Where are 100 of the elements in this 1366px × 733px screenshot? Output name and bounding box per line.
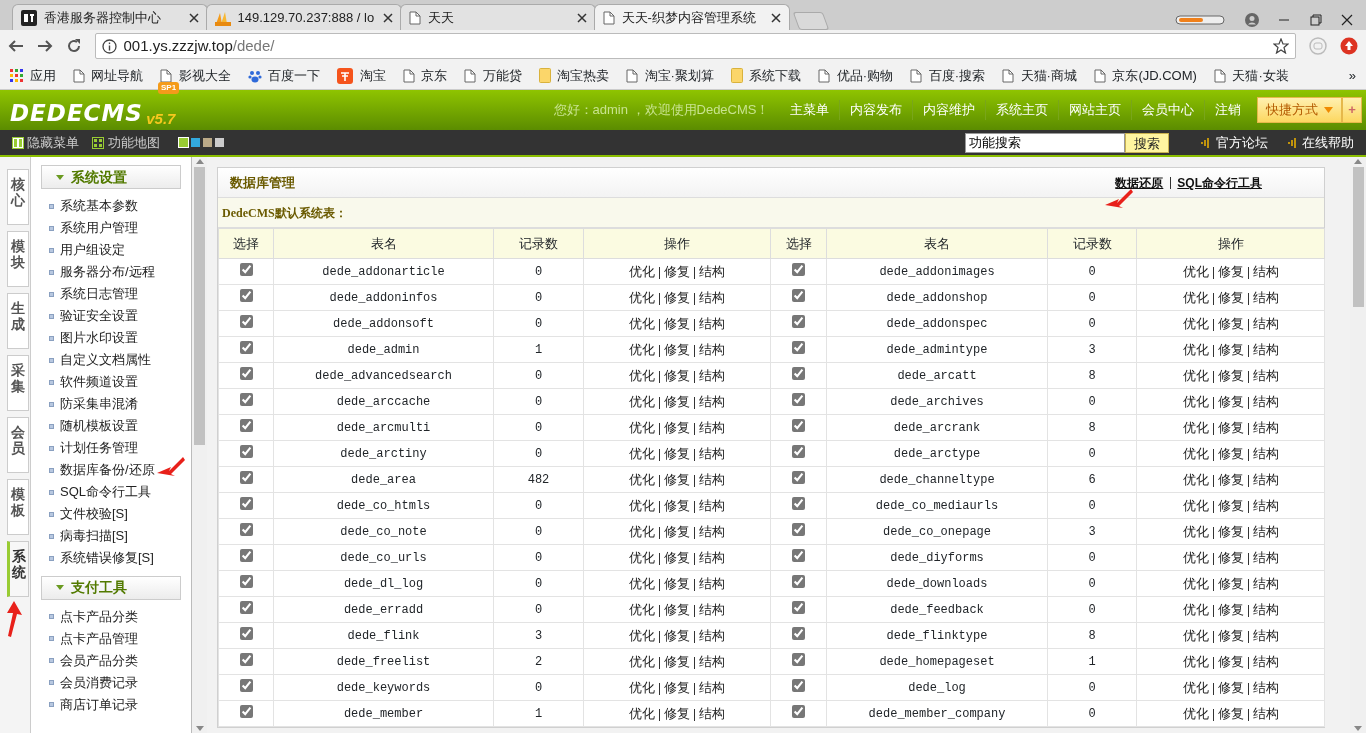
action-link[interactable]: 结构	[1248, 653, 1283, 669]
bookmark[interactable]: 淘宝·聚划算	[626, 65, 714, 86]
action-link[interactable]: 修复	[660, 289, 694, 305]
scrollbar[interactable]	[1350, 157, 1366, 733]
side-tab[interactable]: 会员	[7, 417, 29, 473]
action-link[interactable]: 结构	[695, 575, 729, 591]
action-link[interactable]: 修复	[1213, 393, 1248, 409]
action-link[interactable]: 优化	[1178, 549, 1213, 565]
action-link[interactable]: 优化	[625, 705, 659, 721]
menu-item[interactable]: 验证安全设置	[41, 305, 138, 327]
action-link[interactable]: 结构	[695, 497, 729, 513]
checkbox[interactable]	[239, 626, 253, 640]
action-link[interactable]: 结构	[1248, 393, 1283, 409]
menu-item[interactable]: 点卡产品分类	[41, 605, 138, 628]
menu-item[interactable]: 系统用户管理	[41, 217, 138, 239]
action-link[interactable]: 优化	[1178, 705, 1213, 721]
bookmark[interactable]: 网址导航	[72, 65, 143, 86]
menu-item[interactable]: SQL命令行工具	[41, 481, 151, 503]
action-link[interactable]: 优化	[1178, 679, 1213, 695]
checkbox[interactable]	[239, 704, 253, 718]
checkbox[interactable]	[239, 366, 253, 380]
star-icon[interactable]	[1273, 38, 1289, 54]
bookmark[interactable]: 优品·购物	[818, 65, 894, 86]
checkbox[interactable]	[792, 626, 805, 640]
action-link[interactable]: 修复	[660, 679, 694, 695]
checkbox[interactable]	[239, 496, 253, 510]
action-link[interactable]: 优化	[625, 289, 659, 305]
checkbox[interactable]	[239, 470, 253, 484]
bookmark[interactable]: 京东(JD.COM)	[1093, 65, 1197, 86]
action-link[interactable]: 结构	[695, 601, 729, 617]
action-link[interactable]: 结构	[695, 627, 729, 643]
checkbox[interactable]	[792, 288, 805, 302]
action-link[interactable]: 优化	[1178, 653, 1213, 669]
action-link[interactable]: 修复	[1213, 575, 1248, 591]
action-link[interactable]: 结构	[1248, 471, 1283, 487]
action-link[interactable]: 优化	[625, 549, 659, 565]
action-link[interactable]: 优化	[1178, 575, 1213, 591]
checkbox[interactable]	[792, 652, 805, 666]
action-link[interactable]: 结构	[1248, 263, 1283, 279]
action-link[interactable]: 优化	[625, 367, 659, 383]
action-link[interactable]: 优化	[625, 627, 659, 643]
menu-item[interactable]: 图片水印设置	[41, 327, 138, 349]
action-link[interactable]: 结构	[695, 419, 729, 435]
menu-item[interactable]: 病毒扫描[S]	[41, 525, 128, 547]
more-bookmarks-button[interactable]: »	[1348, 65, 1356, 86]
menu-item[interactable]: 软件频道设置	[41, 371, 138, 393]
action-link[interactable]: 结构	[1248, 549, 1283, 565]
account-icon[interactable]	[1244, 12, 1259, 27]
search-button[interactable]: 搜索	[1125, 132, 1169, 153]
action-link[interactable]: 修复	[660, 575, 694, 591]
action-link[interactable]: 修复	[660, 419, 694, 435]
maximize-icon[interactable]	[1309, 13, 1322, 26]
side-tab[interactable]: 模板	[7, 479, 29, 535]
menu-item[interactable]: 文件校验[S]	[41, 503, 128, 525]
action-link[interactable]: 修复	[660, 341, 694, 357]
action-link[interactable]: 修复	[1213, 627, 1248, 643]
action-link[interactable]: 修复	[1213, 653, 1248, 669]
action-link[interactable]: 修复	[1213, 549, 1248, 565]
close-icon[interactable]	[1341, 13, 1353, 26]
menu-item[interactable]: 计划任务管理	[41, 437, 138, 459]
action-link[interactable]: 结构	[695, 393, 729, 409]
checkbox[interactable]	[792, 444, 805, 458]
scroll-thumb[interactable]	[1352, 167, 1364, 308]
close-icon[interactable]	[189, 12, 199, 23]
shortcut-button[interactable]: 快捷方式	[1256, 97, 1342, 123]
action-link[interactable]: 修复	[660, 549, 694, 565]
menu-item[interactable]: 自定义文档属性	[41, 349, 151, 371]
menu-item[interactable]: 用户组设定	[41, 239, 125, 261]
action-link[interactable]: 修复	[1213, 341, 1248, 357]
action-link[interactable]: 优化	[625, 263, 659, 279]
action-link[interactable]: 结构	[695, 367, 729, 383]
action-link[interactable]: 结构	[1248, 523, 1283, 539]
action-link[interactable]: 修复	[660, 445, 694, 461]
action-link[interactable]: 结构	[1248, 705, 1283, 721]
action-link[interactable]: 修复	[660, 393, 694, 409]
action-link[interactable]: 结构	[1248, 575, 1283, 591]
checkbox[interactable]	[792, 340, 805, 354]
scroll-thumb[interactable]	[194, 167, 205, 445]
action-link[interactable]: 优化	[625, 315, 659, 331]
action-link[interactable]: 结构	[1248, 679, 1283, 695]
checkbox[interactable]	[792, 574, 805, 588]
checkbox[interactable]	[792, 366, 805, 380]
bookmark[interactable]: 淘宝	[337, 65, 386, 86]
hide-menu-link[interactable]: 隐藏菜单	[12, 132, 80, 153]
menu-item[interactable]: 系统基本参数	[41, 195, 138, 217]
action-link[interactable]: 优化	[625, 471, 659, 487]
action-link[interactable]: 结构	[1248, 497, 1283, 513]
bookmark[interactable]: 天猫·商城	[1002, 65, 1077, 86]
action-link[interactable]: 结构	[695, 315, 729, 331]
action-link[interactable]: 优化	[1178, 523, 1213, 539]
action-link[interactable]: 修复	[660, 367, 694, 383]
checkbox[interactable]	[792, 418, 805, 432]
action-link[interactable]: 优化	[1178, 393, 1213, 409]
action-link[interactable]: 结构	[1248, 419, 1283, 435]
action-link[interactable]: 结构	[695, 523, 729, 539]
checkbox[interactable]	[239, 418, 253, 432]
theme-swatch[interactable]	[215, 138, 224, 147]
checkbox[interactable]	[239, 522, 253, 536]
menu-item[interactable]: 防采集串混淆	[41, 393, 138, 415]
action-link[interactable]: 修复	[1213, 523, 1248, 539]
